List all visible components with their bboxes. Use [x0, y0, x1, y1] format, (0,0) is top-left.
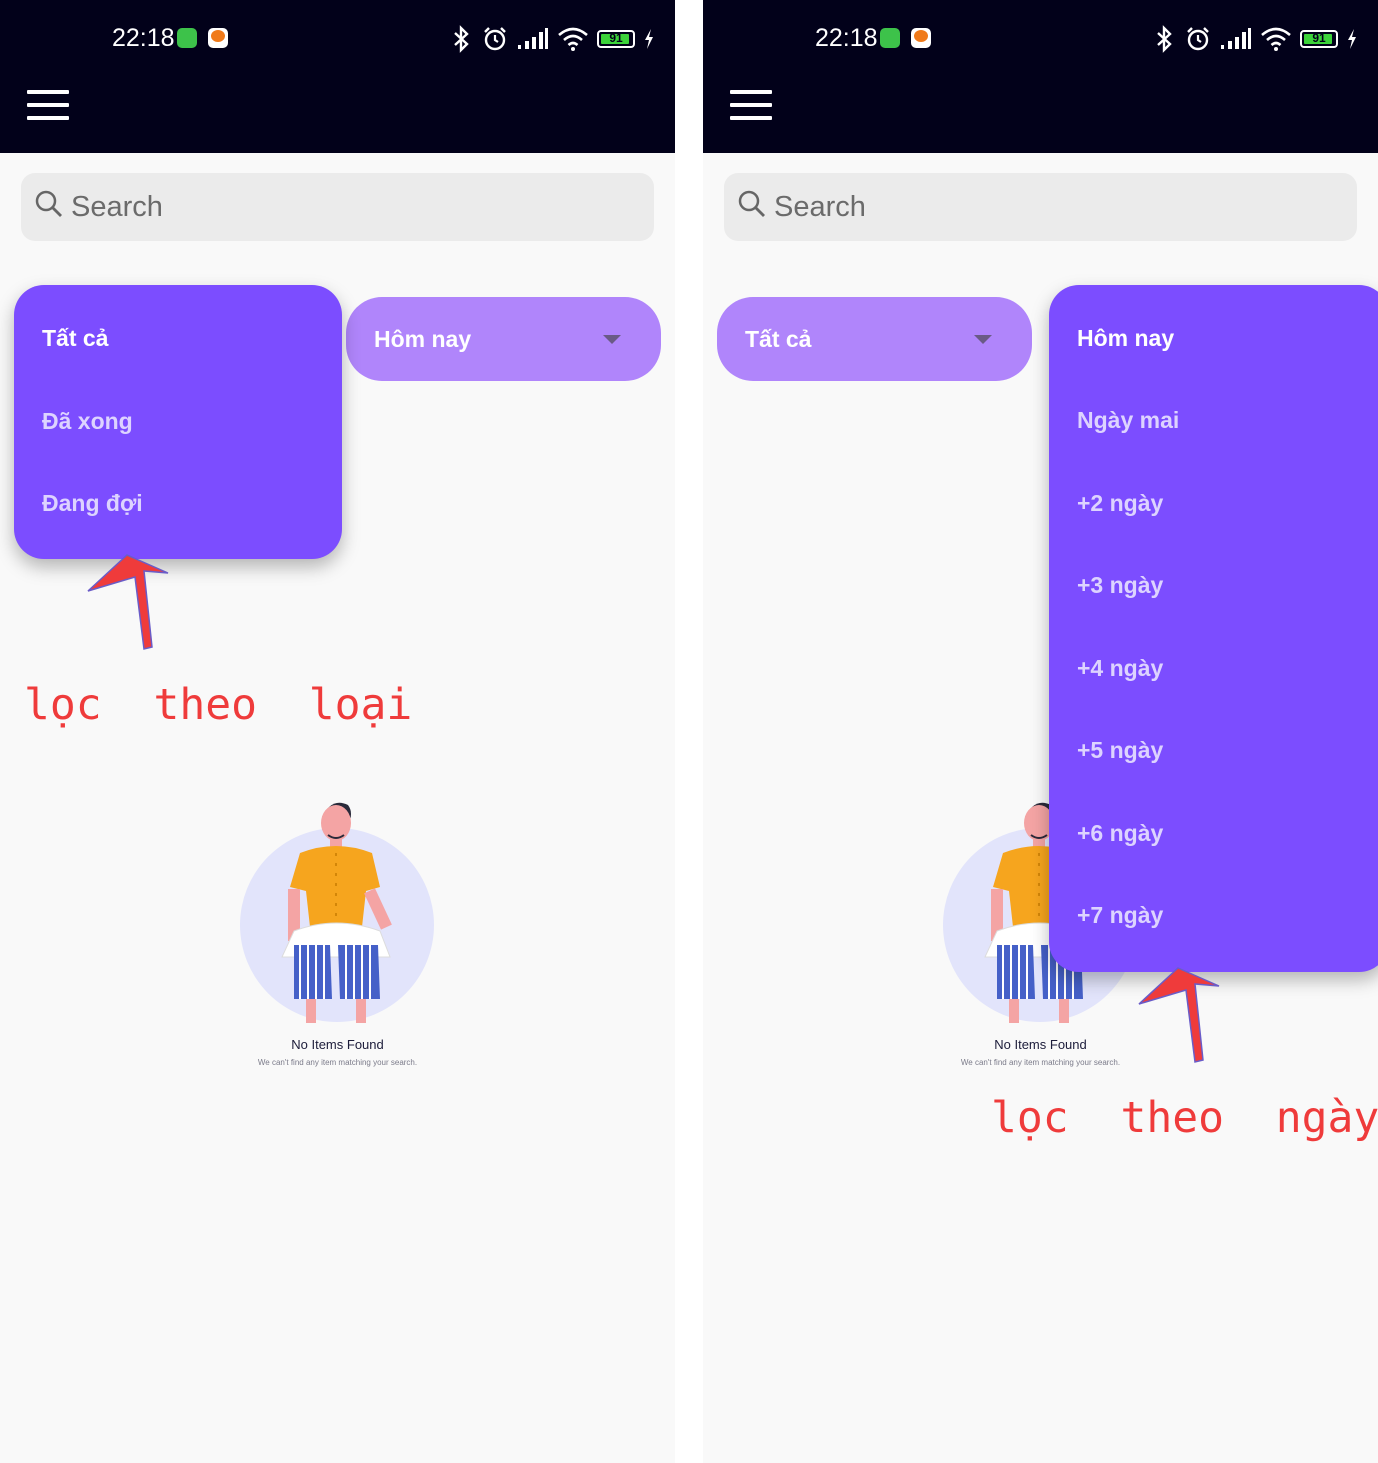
status-bar: 22:18 91	[703, 0, 1378, 78]
battery-icon: 91	[597, 30, 635, 48]
status-bar: 22:18 91	[0, 0, 675, 78]
empty-state-title: No Items Found	[291, 1037, 384, 1052]
menu-item-plus-2-days[interactable]: +2 ngày	[1077, 490, 1163, 517]
menu-item-done[interactable]: Đã xong	[42, 408, 133, 435]
date-filter-dropdown[interactable]: Hôm nay	[346, 297, 661, 381]
app-bar: 22:18 91	[0, 0, 675, 153]
menu-item-plus-4-days[interactable]: +4 ngày	[1077, 655, 1163, 682]
status-time: 22:18	[112, 24, 175, 52]
empty-state-subtitle: We can't find any item matching your sea…	[960, 1058, 1121, 1067]
hamburger-menu-icon[interactable]	[27, 90, 69, 120]
empty-state-subtitle: We can't find any item matching your sea…	[257, 1058, 418, 1067]
empty-state-title: No Items Found	[994, 1037, 1087, 1052]
search-bar[interactable]	[21, 173, 654, 241]
app-bar: 22:18 91	[703, 0, 1378, 153]
charging-icon	[645, 29, 653, 49]
menu-item-all[interactable]: Tất cả	[42, 325, 108, 352]
phone-screen-type-filter: 22:18 91 Hôm nay Tất cả Đã xong Đang đợi	[0, 0, 675, 1463]
type-filter-menu: Tất cả Đã xong Đang đợi	[14, 285, 342, 559]
chevron-down-icon	[974, 335, 992, 344]
charging-icon	[1348, 29, 1356, 49]
status-icons: 91	[449, 22, 655, 56]
annotation-label: lọc theo ngày	[991, 1093, 1378, 1143]
menu-item-plus-7-days[interactable]: +7 ngày	[1077, 902, 1163, 929]
android-app-icon	[177, 28, 197, 48]
phone-screen-date-filter: 22:18 91 Tất cả	[703, 0, 1378, 1463]
hamburger-menu-icon[interactable]	[730, 90, 772, 120]
menu-item-pending[interactable]: Đang đợi	[42, 490, 143, 517]
status-time: 22:18	[815, 24, 878, 52]
wifi-icon	[1261, 27, 1291, 51]
menu-item-plus-6-days[interactable]: +6 ngày	[1077, 820, 1163, 847]
annotation-arrow-icon	[1138, 967, 1220, 1063]
annotation-label: lọc theo loại	[24, 680, 413, 730]
search-icon	[35, 190, 62, 217]
search-icon	[738, 190, 765, 217]
date-filter-value: Hôm nay	[374, 325, 472, 352]
date-filter-menu: Hôm nay Ngày mai +2 ngày +3 ngày +4 ngày…	[1049, 285, 1378, 972]
status-icons: 91	[1152, 22, 1358, 56]
signal-icon	[1221, 28, 1251, 49]
menu-item-plus-3-days[interactable]: +3 ngày	[1077, 572, 1163, 599]
type-filter-dropdown[interactable]: Tất cả	[717, 297, 1032, 381]
menu-item-today[interactable]: Hôm nay	[1077, 325, 1174, 352]
android-app-icon	[880, 28, 900, 48]
bluetooth-icon	[1157, 25, 1172, 53]
menu-item-plus-5-days[interactable]: +5 ngày	[1077, 737, 1163, 764]
bluetooth-icon	[454, 25, 469, 53]
notification-app-icon	[208, 28, 228, 48]
battery-icon: 91	[1300, 30, 1338, 48]
search-input[interactable]	[71, 183, 631, 231]
notification-app-icon	[911, 28, 931, 48]
search-bar[interactable]	[724, 173, 1357, 241]
chevron-down-icon	[603, 335, 621, 344]
search-input[interactable]	[774, 183, 1334, 231]
empty-state-illustration	[240, 802, 434, 1023]
menu-item-tomorrow[interactable]: Ngày mai	[1077, 407, 1179, 434]
battery-level: 91	[1312, 31, 1326, 45]
annotation-arrow-icon	[87, 554, 169, 650]
signal-icon	[518, 28, 548, 49]
alarm-icon	[484, 27, 506, 51]
alarm-icon	[1187, 27, 1209, 51]
wifi-icon	[558, 27, 588, 51]
type-filter-value: Tất cả	[745, 325, 812, 352]
battery-level: 91	[609, 31, 623, 45]
